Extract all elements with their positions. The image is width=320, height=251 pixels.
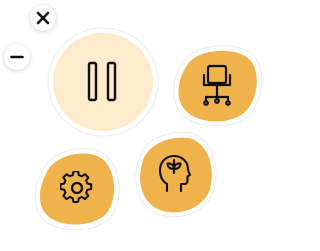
head-leaf-icon [158, 154, 192, 193]
mindfulness-button[interactable] [128, 126, 222, 222]
pause-icon [87, 61, 117, 102]
close-icon [36, 11, 50, 25]
gear-icon [60, 171, 93, 204]
posture-button[interactable] [168, 40, 266, 130]
break-reminder-widget [0, 0, 294, 251]
minus-icon [10, 55, 24, 59]
office-chair-icon [202, 64, 232, 106]
pause-button[interactable] [46, 26, 160, 138]
settings-button[interactable] [30, 142, 124, 234]
minimize-button[interactable] [4, 44, 30, 70]
